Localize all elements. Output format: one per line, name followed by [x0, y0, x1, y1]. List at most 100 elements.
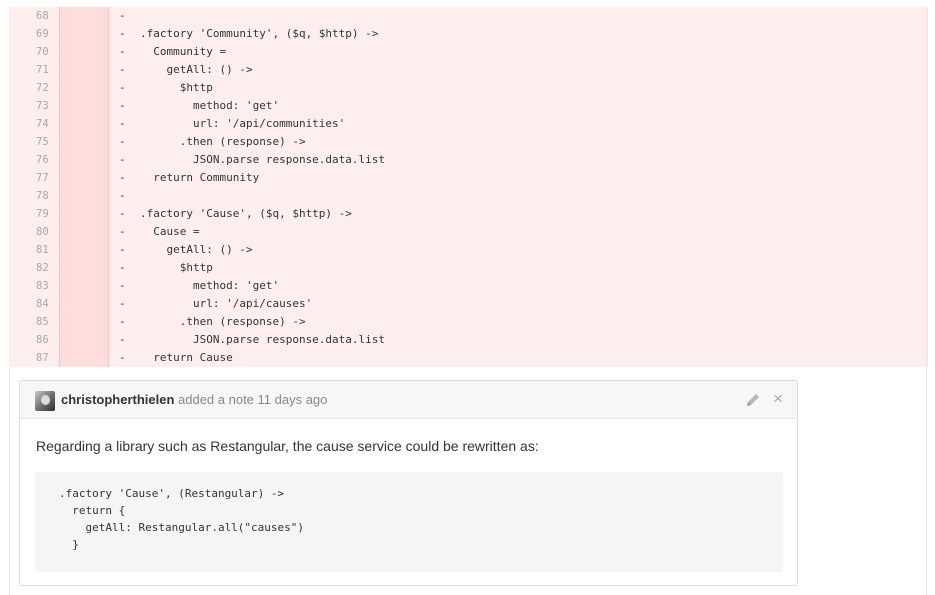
diff-line: 77 - return Community	[9, 169, 927, 187]
code-line: return Cause	[140, 351, 233, 364]
diff-line: 81 - getAll: () ->	[9, 241, 927, 259]
code-line: .factory 'Community', ($q, $http) ->	[140, 27, 379, 40]
deletion-marker: -	[119, 243, 126, 256]
note-code: .factory 'Cause', (Restangular) -> retur…	[59, 487, 305, 551]
code-line: method: 'get'	[140, 99, 280, 112]
line-number[interactable]: 82	[9, 259, 59, 277]
deletion-marker: -	[119, 81, 126, 94]
new-line-number	[59, 331, 109, 349]
deletion-marker: -	[119, 153, 126, 166]
deletion-marker: -	[119, 9, 126, 22]
line-number[interactable]: 72	[9, 79, 59, 97]
line-number[interactable]: 86	[9, 331, 59, 349]
new-line-number	[59, 259, 109, 277]
code-line: getAll: () ->	[140, 243, 253, 256]
note-header: christopherthielen added a note 11 days …	[20, 381, 797, 419]
new-line-number	[59, 43, 109, 61]
code-line: JSON.parse response.data.list	[140, 333, 386, 346]
note-code-block: .factory 'Cause', (Restangular) -> retur…	[35, 472, 783, 572]
new-line-number	[59, 151, 109, 169]
code-line: method: 'get'	[140, 279, 280, 292]
deletion-marker: -	[119, 135, 126, 148]
new-line-number	[59, 223, 109, 241]
note-card: christopherthielen added a note 11 days …	[19, 380, 798, 586]
code-line: getAll: () ->	[140, 63, 253, 76]
line-number[interactable]: 79	[9, 205, 59, 223]
line-number[interactable]: 73	[9, 97, 59, 115]
line-number[interactable]: 71	[9, 61, 59, 79]
deletion-marker: -	[119, 297, 126, 310]
new-line-number	[59, 115, 109, 133]
diff-line: 75 - .then (response) ->	[9, 133, 927, 151]
new-line-number	[59, 277, 109, 295]
note-author[interactable]: christopherthielen	[61, 392, 174, 407]
line-number[interactable]: 83	[9, 277, 59, 295]
diff-line: 72 - $http	[9, 79, 927, 97]
diff-line: 69 - .factory 'Community', ($q, $http) ->	[9, 25, 927, 43]
new-line-number	[59, 133, 109, 151]
code-line: return Community	[140, 171, 260, 184]
new-line-number	[59, 79, 109, 97]
code-line: $http	[140, 81, 213, 94]
line-number[interactable]: 76	[9, 151, 59, 169]
new-line-number	[59, 241, 109, 259]
deletion-marker: -	[119, 117, 126, 130]
diff-line: 71 - getAll: () ->	[9, 61, 927, 79]
deletion-marker: -	[119, 333, 126, 346]
code-line: url: '/api/causes'	[140, 297, 313, 310]
diff-line: 78 -	[9, 187, 927, 205]
new-line-number	[59, 205, 109, 223]
deletion-marker: -	[119, 351, 126, 364]
deletion-marker: -	[119, 279, 126, 292]
new-line-number	[59, 313, 109, 331]
note-meta: added a note 11 days ago	[178, 392, 328, 407]
code-line: .then (response) ->	[140, 135, 306, 148]
diff-line: 76 - JSON.parse response.data.list	[9, 151, 927, 169]
deletion-marker: -	[119, 315, 126, 328]
line-number[interactable]: 70	[9, 43, 59, 61]
diff-line: 85 - .then (response) ->	[9, 313, 927, 331]
deletion-marker: -	[119, 189, 126, 202]
close-icon[interactable]: ×	[770, 389, 786, 409]
line-number[interactable]: 80	[9, 223, 59, 241]
new-line-number	[59, 295, 109, 313]
diff-line: 73 - method: 'get'	[9, 97, 927, 115]
code-line: JSON.parse response.data.list	[140, 153, 386, 166]
line-number[interactable]: 77	[9, 169, 59, 187]
line-number[interactable]: 87	[9, 349, 59, 367]
line-number[interactable]: 84	[9, 295, 59, 313]
code-line: .factory 'Cause', ($q, $http) ->	[140, 207, 352, 220]
new-line-number	[59, 97, 109, 115]
diff-line: 68 -	[9, 7, 927, 25]
line-number[interactable]: 75	[9, 133, 59, 151]
new-line-number	[59, 61, 109, 79]
line-number[interactable]: 68	[9, 7, 59, 25]
deletion-marker: -	[119, 45, 126, 58]
new-line-number	[59, 7, 109, 25]
diff-line: 86 - JSON.parse response.data.list	[9, 331, 927, 349]
line-number[interactable]: 81	[9, 241, 59, 259]
new-line-number	[59, 169, 109, 187]
diff-line: 79 - .factory 'Cause', ($q, $http) ->	[9, 205, 927, 223]
deleted-diff-block: 68 - 69 - .factory 'Community', ($q, $http) …	[9, 7, 928, 367]
line-number[interactable]: 85	[9, 313, 59, 331]
deletion-marker: -	[119, 171, 126, 184]
diff-line: 87 - return Cause	[9, 349, 927, 367]
pencil-icon[interactable]	[744, 391, 762, 409]
code-line: $http	[140, 261, 213, 274]
line-number[interactable]: 69	[9, 25, 59, 43]
diff-line: 82 - $http	[9, 259, 927, 277]
code-line: .then (response) ->	[140, 315, 306, 328]
code-line: Community =	[140, 45, 227, 58]
note-body: Regarding a library such as Restangular,…	[36, 438, 539, 454]
new-line-number	[59, 187, 109, 205]
avatar[interactable]	[35, 391, 55, 411]
deletion-marker: -	[119, 99, 126, 112]
deletion-marker: -	[119, 63, 126, 76]
new-line-number	[59, 349, 109, 367]
deletion-marker: -	[119, 261, 126, 274]
line-number[interactable]: 74	[9, 115, 59, 133]
line-number[interactable]: 78	[9, 187, 59, 205]
diff-line: 84 - url: '/api/causes'	[9, 295, 927, 313]
deletion-marker: -	[119, 27, 126, 40]
